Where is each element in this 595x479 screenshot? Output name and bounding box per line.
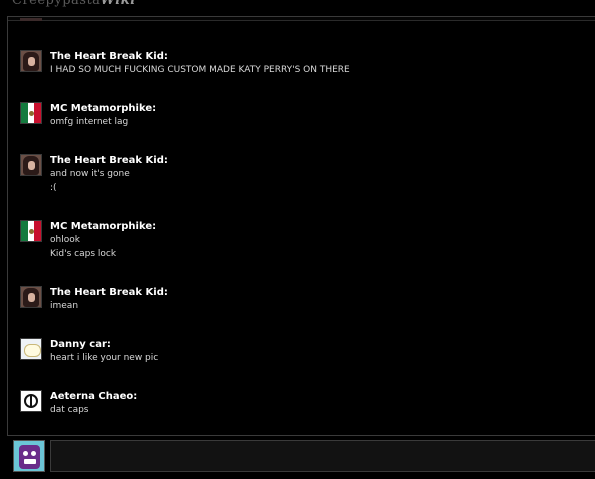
chat-message: MC Metamorphike: ohlook Kid's caps lock <box>20 220 580 260</box>
message-text: Kid's caps lock <box>50 249 117 259</box>
chat-log-top-edge <box>8 17 595 21</box>
flag-red <box>34 221 41 241</box>
flag-green <box>21 103 28 123</box>
user-avatar[interactable] <box>20 102 42 124</box>
message-username[interactable]: The Heart Break Kid: <box>50 154 168 167</box>
monster-eye <box>23 451 28 456</box>
logo-prefix: Creepypasta <box>12 0 101 8</box>
message-body: The Heart Break Kid: and now it's gone :… <box>50 154 168 195</box>
message-username[interactable]: Aeterna Chaeo: <box>50 390 137 403</box>
chat-message: The Heart Break Kid: and now it's gone :… <box>20 154 580 194</box>
flag-red <box>34 103 41 123</box>
message-username[interactable]: Danny car: <box>50 338 158 351</box>
message-body: Danny car: heart i like your new pic <box>50 338 158 365</box>
message-body: Aeterna Chaeo: dat caps <box>50 390 137 417</box>
message-username[interactable]: MC Metamorphike: <box>50 220 156 233</box>
user-avatar[interactable] <box>20 390 42 412</box>
message-text: omfg internet lag <box>50 117 129 127</box>
user-avatar[interactable] <box>20 286 42 308</box>
monster-eye <box>31 451 36 456</box>
message-username[interactable]: MC Metamorphike: <box>50 102 156 115</box>
chat-message: MC Metamorphike: omfg internet lag <box>20 102 580 142</box>
self-avatar[interactable] <box>13 440 45 472</box>
message-text: I HAD SO MUCH FUCKING CUSTOM MADE KATY P… <box>50 65 350 75</box>
message-text: :( <box>50 183 57 193</box>
user-avatar[interactable] <box>20 338 42 360</box>
message-body: The Heart Break Kid: imean <box>50 286 168 313</box>
avatar-blob <box>24 344 41 357</box>
chat-log[interactable]: The Heart Break Kid: I HAD SO MUCH FUCKI… <box>7 16 595 436</box>
message-text: heart i like your new pic <box>50 353 159 363</box>
chat-message: Aeterna Chaeo: dat caps <box>20 390 580 430</box>
avatar-face <box>28 293 35 302</box>
chat-message: Danny car: heart i like your new pic <box>20 338 580 378</box>
monster-mouth <box>24 459 36 464</box>
flag-green <box>21 221 28 241</box>
wiki-header: CreepypastaWiki <box>0 0 595 14</box>
user-avatar[interactable] <box>20 220 42 242</box>
chat-page: CreepypastaWiki The Heart Break Kid: I H… <box>0 0 595 479</box>
avatar-face <box>28 161 35 170</box>
chat-input-area <box>7 436 595 479</box>
logo-suffix: Wiki <box>100 0 136 8</box>
chat-message: The Heart Break Kid: imean <box>20 286 580 326</box>
message-body: The Heart Break Kid: I HAD SO MUCH FUCKI… <box>50 50 350 77</box>
avatar-stick <box>30 395 32 407</box>
message-body: MC Metamorphike: omfg internet lag <box>50 102 156 129</box>
user-avatar[interactable] <box>20 154 42 176</box>
avatar-face <box>28 57 35 66</box>
message-text: ohlook <box>50 235 80 245</box>
message-username[interactable]: The Heart Break Kid: <box>50 286 168 299</box>
message-body: MC Metamorphike: ohlook Kid's caps lock <box>50 220 156 261</box>
message-text: dat caps <box>50 405 89 415</box>
chat-message-input[interactable] <box>50 440 595 472</box>
message-text: imean <box>50 301 79 311</box>
message-text: and now it's gone <box>50 169 130 179</box>
message-username[interactable]: The Heart Break Kid: <box>50 50 350 63</box>
chat-message: The Heart Break Kid: I HAD SO MUCH FUCKI… <box>20 50 580 90</box>
monster-body <box>19 445 40 469</box>
clipped-avatar <box>20 18 42 21</box>
wiki-logo[interactable]: CreepypastaWiki <box>12 0 136 8</box>
user-avatar[interactable] <box>20 50 42 72</box>
